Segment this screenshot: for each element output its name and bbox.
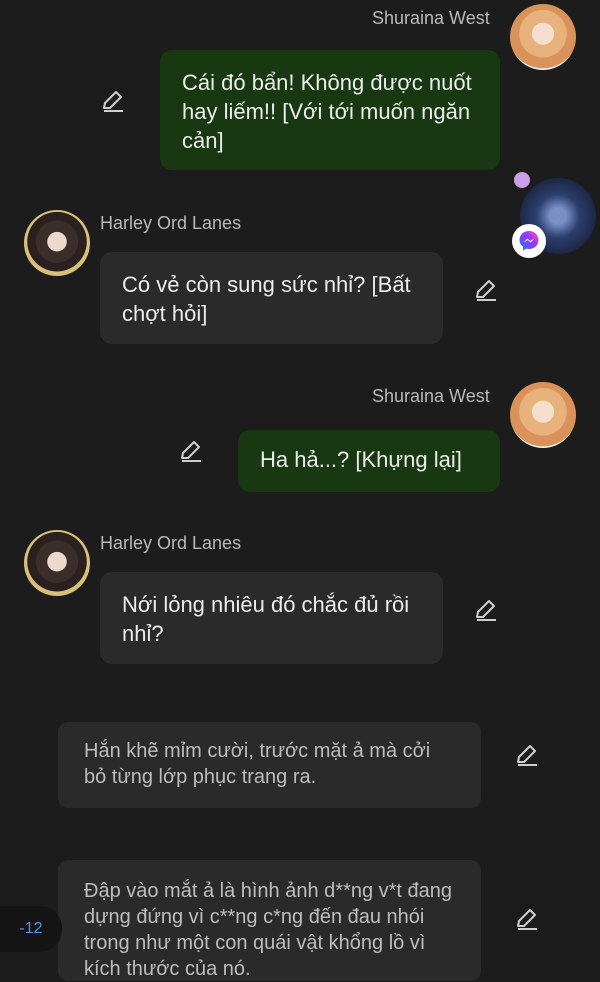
status-dot	[514, 172, 530, 188]
message-bubble[interactable]: Cái đó bẩn! Không được nuốt hay liếm!! […	[160, 50, 500, 170]
sender-name: Harley Ord Lanes	[100, 533, 242, 553]
sender-name: Shuraina West	[372, 8, 490, 28]
pencil-edit-icon[interactable]	[514, 906, 540, 932]
avatar-harley[interactable]	[24, 210, 90, 276]
narration-block[interactable]: Hắn khẽ mỉm cười, trước mặt ả mà cởi bỏ …	[58, 722, 481, 808]
pencil-edit-icon[interactable]	[473, 277, 499, 303]
pencil-edit-icon[interactable]	[100, 88, 126, 114]
pencil-edit-icon[interactable]	[473, 597, 499, 623]
avatar-shuraina[interactable]	[510, 382, 576, 448]
avatar-shuraina[interactable]	[510, 4, 576, 70]
message-bubble[interactable]: Ha hả...? [Khựng lại]	[238, 430, 500, 492]
message-bubble[interactable]: Nới lỏng nhiêu đó chắc đủ rồi nhỉ?	[100, 572, 443, 664]
scroll-position-badge[interactable]: -12	[0, 906, 62, 952]
sender-name: Shuraina West	[372, 386, 490, 406]
pencil-edit-icon[interactable]	[178, 438, 204, 464]
sender-name: Harley Ord Lanes	[100, 213, 242, 233]
narration-block[interactable]: Đập vào mắt ả là hình ảnh d**ng v*t đang…	[58, 860, 481, 981]
pencil-edit-icon[interactable]	[514, 742, 540, 768]
messenger-icon[interactable]	[512, 224, 546, 258]
message-bubble[interactable]: Có vẻ còn sung sức nhỉ? [Bất chợt hỏi]	[100, 252, 443, 344]
avatar-harley[interactable]	[24, 530, 90, 596]
